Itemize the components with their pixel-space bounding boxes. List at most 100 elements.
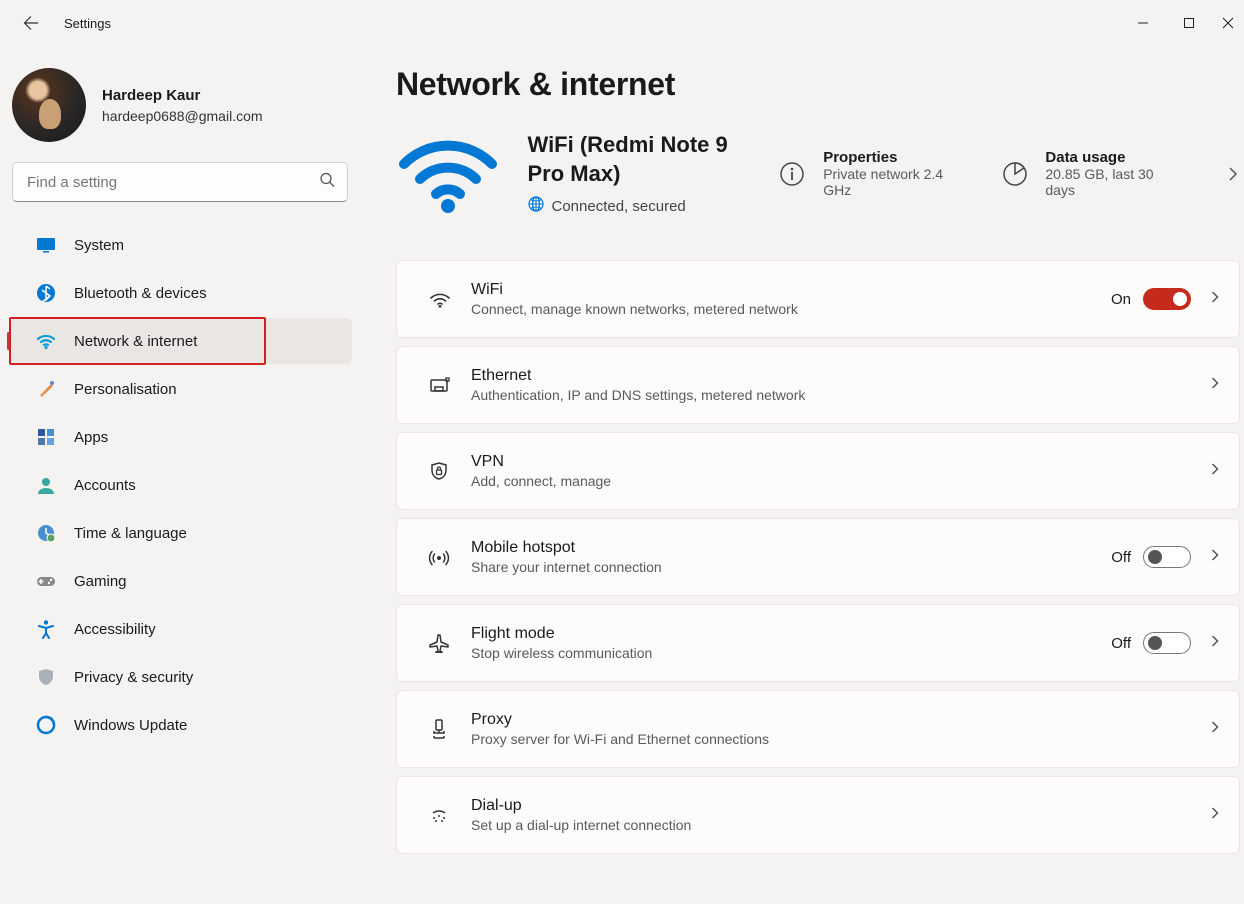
airplane-icon <box>419 633 459 653</box>
header-chevron[interactable] <box>1206 167 1240 181</box>
sidebar-item-system[interactable]: System <box>10 222 352 268</box>
settings-card-vpn[interactable]: VPN Add, connect, manage <box>396 432 1240 510</box>
sidebar-item-label: Time & language <box>74 525 187 542</box>
card-sub: Connect, manage known networks, metered … <box>471 301 1111 317</box>
settings-card-dial-up[interactable]: Dial-up Set up a dial-up internet connec… <box>396 776 1240 854</box>
sidebar-item-time-language[interactable]: Time & language <box>10 510 352 556</box>
search-box <box>12 162 348 202</box>
sidebar-item-label: Accounts <box>74 477 136 494</box>
card-title: Dial-up <box>471 797 1205 815</box>
chevron-right-icon <box>1209 462 1221 480</box>
bluetooth-icon <box>36 283 56 303</box>
card-sub: Add, connect, manage <box>471 473 1205 489</box>
minimize-icon <box>1137 17 1149 29</box>
card-title: Ethernet <box>471 367 1205 385</box>
sidebar-item-accounts[interactable]: Accounts <box>10 462 352 508</box>
sidebar-item-label: Windows Update <box>74 717 187 734</box>
sidebar-item-accessibility[interactable]: Accessibility <box>10 606 352 652</box>
tile-title: Properties <box>823 149 963 166</box>
card-sub: Proxy server for Wi-Fi and Ethernet conn… <box>471 731 1205 747</box>
profile-name: Hardeep Kaur <box>102 87 263 104</box>
accessibility-icon <box>36 619 56 639</box>
close-icon <box>1222 17 1234 29</box>
display-icon <box>36 235 56 255</box>
sidebar-item-label: Privacy & security <box>74 669 193 686</box>
tile-sub: Private network 2.4 GHz <box>823 166 963 198</box>
toggle-label: On <box>1111 291 1131 308</box>
update-icon <box>36 715 56 735</box>
sidebar-item-apps[interactable]: Apps <box>10 414 352 460</box>
sidebar-item-personalisation[interactable]: Personalisation <box>10 366 352 412</box>
profile-email: hardeep0688@gmail.com <box>102 108 263 124</box>
toggle-switch[interactable] <box>1143 632 1191 654</box>
sidebar-item-label: System <box>74 237 124 254</box>
avatar <box>12 68 86 142</box>
title-bar: Settings <box>0 0 1244 46</box>
card-title: Mobile hotspot <box>471 539 1111 557</box>
gamepad-icon <box>36 571 56 591</box>
minimize-button[interactable] <box>1120 7 1166 39</box>
hotspot-icon <box>419 547 459 567</box>
card-title: Flight mode <box>471 625 1111 643</box>
card-sub: Set up a dial-up internet connection <box>471 817 1205 833</box>
toggle-switch[interactable] <box>1143 288 1191 310</box>
app-title: Settings <box>64 16 111 31</box>
toggle-switch[interactable] <box>1143 546 1191 568</box>
card-title: VPN <box>471 453 1205 471</box>
nav-list: System Bluetooth & devices Network & int… <box>0 222 360 748</box>
chevron-right-icon <box>1209 376 1221 394</box>
sidebar-item-label: Gaming <box>74 573 127 590</box>
sidebar-item-network-internet[interactable]: Network & internet <box>10 318 352 364</box>
network-header: WiFi (Redmi Note 9 Pro Max) Connected, s… <box>396 131 1240 216</box>
settings-card-mobile-hotspot[interactable]: Mobile hotspot Share your internet conne… <box>396 518 1240 596</box>
card-sub: Stop wireless communication <box>471 645 1111 661</box>
profile-block[interactable]: Hardeep Kaur hardeep0688@gmail.com <box>0 58 360 162</box>
properties-tile[interactable]: Properties Private network 2.4 GHz <box>776 149 964 198</box>
brush-icon <box>36 379 56 399</box>
settings-card-flight-mode[interactable]: Flight mode Stop wireless communication … <box>396 604 1240 682</box>
chevron-right-icon <box>1209 720 1221 738</box>
main-content: Network & internet WiFi (Redmi Note 9 Pr… <box>360 46 1244 904</box>
wifi-large-icon <box>396 134 500 214</box>
sidebar-item-label: Network & internet <box>74 333 197 350</box>
shield-icon <box>36 667 56 687</box>
maximize-button[interactable] <box>1166 7 1212 39</box>
tile-sub: 20.85 GB, last 30 days <box>1045 166 1178 198</box>
sidebar-item-windows-update[interactable]: Windows Update <box>10 702 352 748</box>
sidebar-item-gaming[interactable]: Gaming <box>10 558 352 604</box>
arrow-left-icon <box>23 15 39 31</box>
settings-list: WiFi Connect, manage known networks, met… <box>396 260 1240 854</box>
sidebar-item-label: Accessibility <box>74 621 156 638</box>
chevron-right-icon <box>1209 806 1221 824</box>
apps-icon <box>36 427 56 447</box>
sidebar: Hardeep Kaur hardeep0688@gmail.com Syste… <box>0 46 360 904</box>
settings-card-wifi[interactable]: WiFi Connect, manage known networks, met… <box>396 260 1240 338</box>
card-title: WiFi <box>471 281 1111 299</box>
wifi-status-text: Connected, secured <box>552 198 686 215</box>
sidebar-item-privacy-security[interactable]: Privacy & security <box>10 654 352 700</box>
maximize-icon <box>1183 17 1195 29</box>
page-title: Network & internet <box>396 66 1240 103</box>
sidebar-item-bluetooth-devices[interactable]: Bluetooth & devices <box>10 270 352 316</box>
proxy-icon <box>419 719 459 739</box>
chevron-right-icon <box>1209 548 1221 566</box>
wifi-icon <box>419 289 459 309</box>
sidebar-item-label: Bluetooth & devices <box>74 285 207 302</box>
clock-icon <box>36 523 56 543</box>
back-button[interactable] <box>14 6 48 40</box>
settings-card-ethernet[interactable]: Ethernet Authentication, IP and DNS sett… <box>396 346 1240 424</box>
settings-card-proxy[interactable]: Proxy Proxy server for Wi-Fi and Etherne… <box>396 690 1240 768</box>
chevron-right-icon <box>1226 167 1240 181</box>
data-usage-tile[interactable]: Data usage 20.85 GB, last 30 days <box>998 149 1178 198</box>
card-sub: Share your internet connection <box>471 559 1111 575</box>
toggle-label: Off <box>1111 549 1131 566</box>
person-icon <box>36 475 56 495</box>
tile-title: Data usage <box>1045 149 1178 166</box>
globe-icon <box>528 196 544 216</box>
close-button[interactable] <box>1212 7 1236 39</box>
card-sub: Authentication, IP and DNS settings, met… <box>471 387 1205 403</box>
card-title: Proxy <box>471 711 1205 729</box>
search-input[interactable] <box>13 163 347 201</box>
wifi-icon <box>36 331 56 351</box>
chevron-right-icon <box>1209 290 1221 308</box>
